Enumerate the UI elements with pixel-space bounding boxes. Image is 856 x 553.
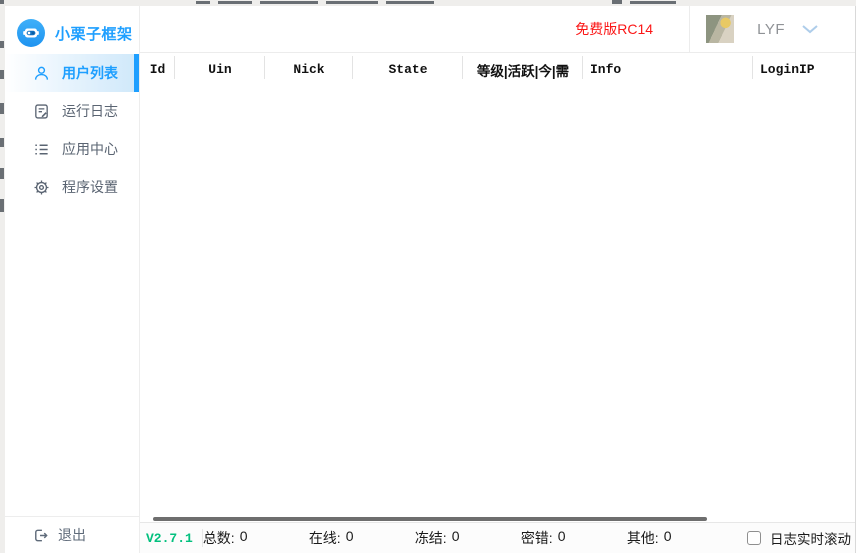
stat-value: 0 [558, 528, 566, 548]
stat-label: 其他: [627, 528, 659, 548]
stat-label: 冻结: [415, 528, 447, 548]
app-version: V2.7.1 [146, 531, 193, 546]
stat-label: 在线: [309, 528, 341, 548]
table-body-empty [140, 86, 855, 504]
log-document-icon [32, 102, 50, 120]
sidebar-item-label: 用户列表 [62, 63, 118, 83]
sidebar-item-label: 程序设置 [62, 177, 118, 197]
sidebar-item-app-center[interactable]: 应用中心 [5, 130, 139, 168]
column-header-uin[interactable]: Uin [175, 53, 265, 86]
exit-button[interactable]: 退出 [5, 516, 139, 553]
topbar: 免费版RC14 LYF [140, 6, 855, 53]
stat-frozen: 冻结: 0 [415, 528, 521, 548]
artifact-mark [386, 1, 434, 4]
column-header-nick[interactable]: Nick [265, 53, 353, 86]
sidebar-item-label: 应用中心 [62, 139, 118, 159]
column-header-state[interactable]: State [353, 53, 463, 86]
artifact-mark [218, 1, 252, 4]
artifact-mark [0, 0, 4, 4]
app-logo-row: 小栗子框架 [5, 6, 139, 50]
app-title: 小栗子框架 [55, 23, 133, 44]
stat-online: 在线: 0 [309, 528, 415, 548]
log-autoscroll-label: 日志实时滚动 [770, 528, 851, 548]
app-window: 小栗子框架 用户列表 [5, 6, 856, 553]
log-autoscroll-checkbox[interactable] [747, 531, 761, 545]
user-icon [32, 64, 50, 82]
gear-icon [32, 178, 50, 196]
sidebar: 小栗子框架 用户列表 [5, 6, 140, 553]
version-badge: 免费版RC14 [575, 19, 653, 39]
exit-label: 退出 [58, 525, 86, 545]
sidebar-item-run-log[interactable]: 运行日志 [5, 92, 139, 130]
horizontal-scrollbar[interactable] [140, 510, 855, 522]
username[interactable]: LYF [757, 21, 785, 38]
artifact-mark [0, 199, 4, 212]
column-header-info[interactable]: Info [583, 53, 753, 86]
artifact-mark [612, 0, 622, 4]
user-avatar[interactable] [706, 15, 734, 43]
stat-label: 密错: [521, 528, 553, 548]
statusbar: V2.7.1 总数: 0 在线: 0 冻结: 0 密错: 0 其他: 0 日志实… [140, 522, 855, 553]
scrollbar-thumb[interactable] [153, 517, 707, 521]
sidebar-menu: 用户列表 运行日志 应用中心 [5, 54, 139, 206]
sidebar-item-label: 运行日志 [62, 101, 118, 121]
column-header-loginip[interactable]: LoginIP [753, 53, 855, 86]
stat-other: 其他: 0 [627, 528, 733, 548]
stat-value: 0 [664, 528, 672, 548]
table-header: Id Uin Nick State 等级|活跃|今|需 Info LoginIP [140, 53, 855, 86]
artifact-mark [0, 168, 4, 179]
stat-value: 0 [452, 528, 460, 548]
artifact-mark [326, 1, 378, 4]
artifact-mark [0, 103, 4, 114]
stat-value: 0 [240, 528, 248, 548]
topbar-divider [689, 6, 690, 52]
artifact-mark [260, 1, 318, 4]
chevron-down-icon[interactable] [801, 24, 819, 34]
artifact-mark [0, 41, 4, 48]
artifact-mark [630, 1, 676, 4]
app-list-icon [32, 140, 50, 158]
stat-wrong-password: 密错: 0 [521, 528, 627, 548]
artifact-mark [0, 138, 4, 147]
column-header-id[interactable]: Id [140, 53, 175, 86]
stat-value: 0 [346, 528, 354, 548]
artifact-mark [196, 1, 210, 4]
column-header-grade[interactable]: 等级|活跃|今|需 [463, 53, 583, 86]
artifact-mark [0, 70, 4, 79]
logout-icon [32, 527, 49, 544]
stat-total: 总数: 0 [203, 528, 309, 548]
robot-logo-icon [17, 19, 45, 47]
stat-label: 总数: [203, 528, 235, 548]
sidebar-item-settings[interactable]: 程序设置 [5, 168, 139, 206]
sidebar-item-user-list[interactable]: 用户列表 [5, 54, 139, 92]
